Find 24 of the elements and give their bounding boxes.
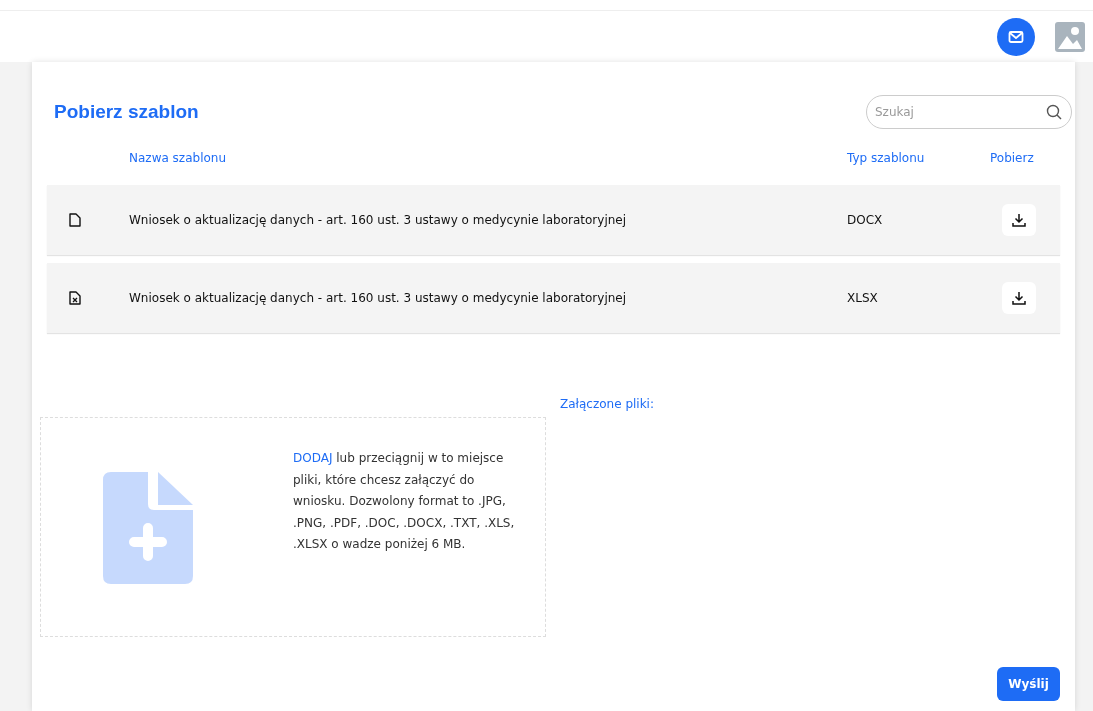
document-icon: [69, 213, 81, 227]
column-header: Typ szablonu: [847, 151, 926, 165]
download-button[interactable]: [1002, 204, 1036, 236]
column-header: Pobierz: [990, 151, 1035, 165]
template-type: XLSX: [847, 291, 879, 305]
template-name: Wniosek o aktualizację danych - art. 160 ust. 3 ustawy o medycynie laboratoryjnej: [129, 213, 628, 227]
add-link[interactable]: DODAJ: [293, 451, 333, 465]
mail-button[interactable]: [997, 18, 1035, 56]
column-header: Nazwa szablonu: [129, 151, 228, 165]
template-type: DOCX: [847, 213, 884, 227]
file-drop-zone[interactable]: DODAJ lub przeciągnij w to miejsce pliki, które chcesz załączyć do wniosku. Dozwolony format to .JPG, .PNG, .PDF, .DOC, .DOCX, .TXT, .XLS, .XLSX o wadze poniżej 6 MB.: [40, 417, 546, 637]
search-field[interactable]: Szukaj: [866, 95, 1072, 129]
template-name: Wniosek o aktualizację danych - art. 160 ust. 3 ustawy o medycynie laboratoryjnej: [129, 291, 628, 305]
download-button[interactable]: [1002, 282, 1036, 314]
spreadsheet-icon: [69, 291, 81, 305]
file-add-icon: [103, 472, 193, 584]
send-button[interactable]: Wyślij: [997, 667, 1060, 701]
page-title: Pobierz szablon: [54, 101, 199, 123]
upload-instructions: DODAJ lub przeciągnij w to miejsce pliki, które chcesz załączyć do wniosku. Dozwolony format to .JPG, .PNG, .PDF, .DOC, .DOCX, .TXT, .XLS, .XLSX o wadze poniżej 6 MB.: [293, 450, 516, 553]
mail-icon: [1008, 30, 1024, 44]
search-icon: [1046, 104, 1062, 120]
attached-files-label: Załączone pliki:: [560, 397, 654, 413]
download-icon: [1011, 290, 1027, 306]
download-icon: [1011, 212, 1027, 228]
